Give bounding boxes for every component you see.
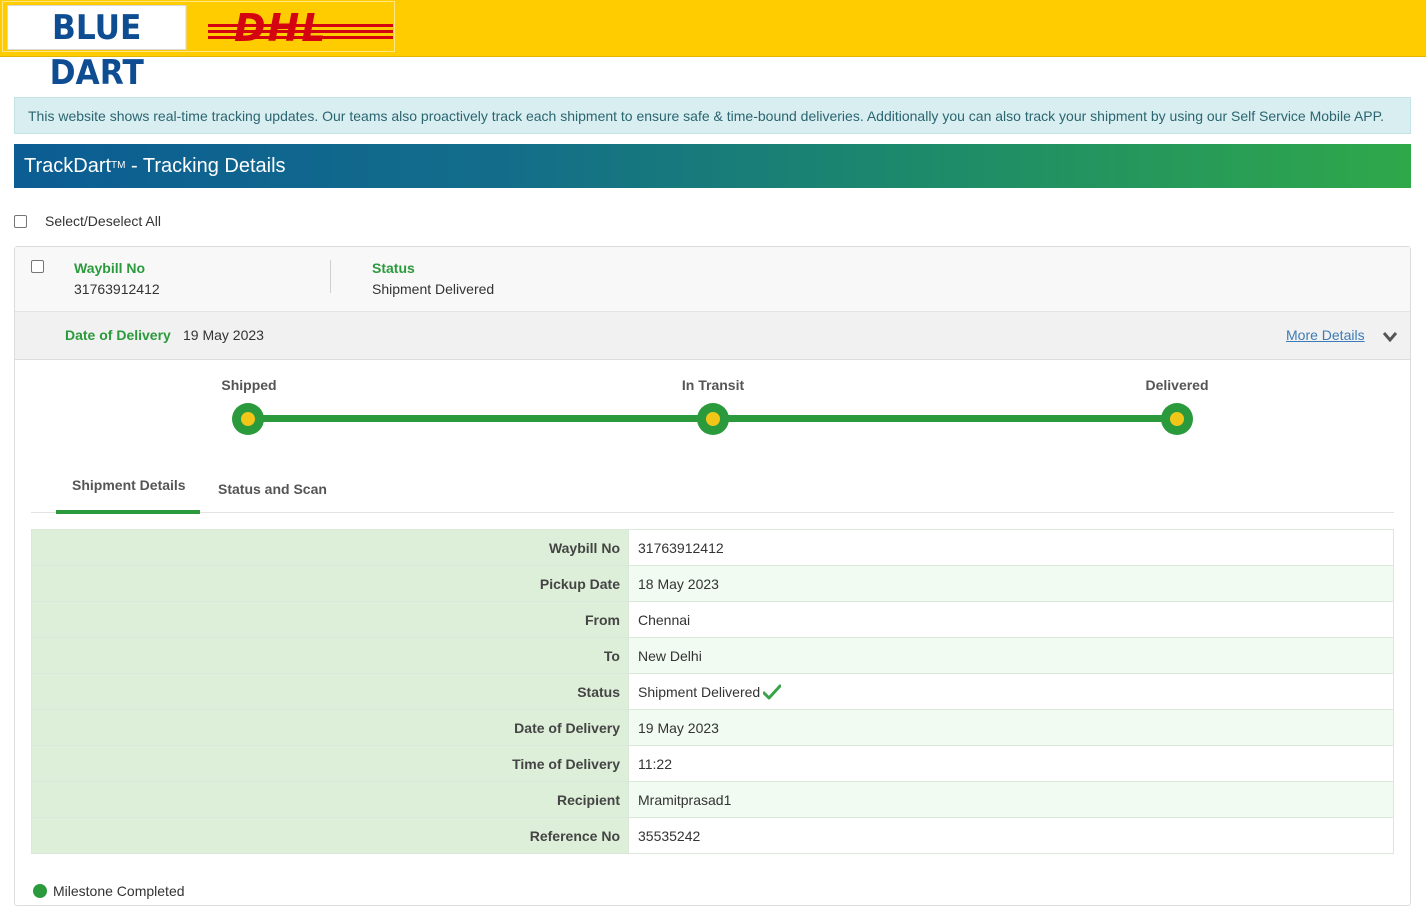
detail-key: Waybill No (31, 529, 629, 566)
tab-status-and-scan[interactable]: Status and Scan (218, 481, 327, 497)
detail-key: Date of Delivery (31, 709, 629, 746)
chevron-down-icon[interactable] (1383, 330, 1397, 344)
dhl-wordmark: DHL (234, 6, 328, 50)
active-tab-indicator (56, 510, 200, 514)
select-all-row: Select/Deselect All (14, 212, 161, 230)
stage-node-shipped (232, 403, 264, 435)
detail-key: Time of Delivery (31, 745, 629, 782)
bluedart-logo: BLUE DART (7, 5, 187, 93)
trademark: TM (111, 160, 126, 171)
stage-node-delivered (1161, 403, 1193, 435)
detail-key: Recipient (31, 781, 629, 818)
waybill-label: Waybill No (74, 260, 146, 276)
progress-tracker: Shipped In Transit Delivered (15, 360, 1410, 455)
title-text: TrackDart (24, 155, 112, 177)
status-value: Shipment Delivered (372, 281, 495, 297)
waybill-value: 31763912412 (74, 281, 160, 297)
detail-value: Shipment Delivered (638, 683, 761, 700)
status-column: Status Shipment Delivered (372, 260, 494, 297)
shipment-details-table: Waybill No 31763912412 Pickup Date 18 Ma… (31, 529, 1394, 854)
detail-key: To (31, 637, 629, 674)
detail-key: Pickup Date (31, 565, 629, 602)
info-banner: This website shows real-time tracking up… (14, 97, 1411, 134)
status-label: Status (372, 260, 415, 276)
table-row: Date of Delivery 19 May 2023 (31, 709, 1394, 746)
more-details-link[interactable]: More Details (1286, 327, 1365, 343)
table-row: Time of Delivery 11:22 (31, 745, 1394, 782)
detail-key: Reference No (31, 817, 629, 854)
table-row: Pickup Date 18 May 2023 (31, 565, 1394, 602)
shipment-card: Waybill No 31763912412 Status Shipment D… (14, 246, 1411, 906)
detail-value: Mramitprasad1 (628, 781, 1394, 818)
table-row: To New Delhi (31, 637, 1394, 674)
delivery-date-label: Date of Delivery (65, 327, 171, 343)
stage-label-shipped: Shipped (221, 377, 277, 393)
milestone-dot-icon (33, 884, 47, 898)
table-row: Reference No 35535242 (31, 817, 1394, 854)
detail-value: Chennai (628, 601, 1394, 638)
details-tabs: Shipment Details Status and Scan (31, 465, 1394, 514)
detail-value: 11:22 (628, 745, 1394, 782)
detail-value-cell: Shipment Delivered (628, 673, 1394, 710)
milestone-label: Milestone Completed (53, 883, 185, 899)
waybill-column: Waybill No 31763912412 (74, 260, 160, 297)
delivery-date-value: 19 May 2023 (183, 327, 264, 343)
page-title: TrackDartTM - Tracking Details (14, 144, 1411, 188)
stage-label-delivered: Delivered (1145, 377, 1209, 393)
select-all-checkbox[interactable] (14, 214, 27, 228)
detail-key: From (31, 601, 629, 638)
detail-value: 35535242 (628, 817, 1394, 854)
milestone-legend: Milestone Completed (33, 883, 185, 899)
title-suffix: - Tracking Details (125, 155, 286, 177)
shipment-summary: Waybill No 31763912412 Status Shipment D… (15, 247, 1410, 312)
table-row: Waybill No 31763912412 (31, 529, 1394, 566)
dhl-logo: DHL (208, 8, 393, 48)
select-all-label[interactable]: Select/Deselect All (45, 213, 161, 229)
stage-node-in-transit (697, 403, 729, 435)
table-row: Status Shipment Delivered (31, 673, 1394, 710)
table-row: Recipient Mramitprasad1 (31, 781, 1394, 818)
detail-key: Status (31, 673, 629, 710)
table-row: From Chennai (31, 601, 1394, 638)
detail-value: 31763912412 (628, 529, 1394, 566)
stage-label-in-transit: In Transit (681, 377, 745, 393)
detail-value: 18 May 2023 (628, 565, 1394, 602)
check-icon (763, 684, 782, 699)
detail-value: New Delhi (628, 637, 1394, 674)
delivery-date-bar: Date of Delivery 19 May 2023 More Detail… (15, 312, 1410, 360)
column-divider (330, 260, 331, 293)
shipment-checkbox[interactable] (31, 260, 44, 273)
brand-logo[interactable]: BLUE DART DHL (2, 1, 395, 93)
detail-value: 19 May 2023 (628, 709, 1394, 746)
top-header: BLUE DART DHL (0, 0, 1426, 93)
tab-shipment-details[interactable]: Shipment Details (72, 477, 186, 493)
